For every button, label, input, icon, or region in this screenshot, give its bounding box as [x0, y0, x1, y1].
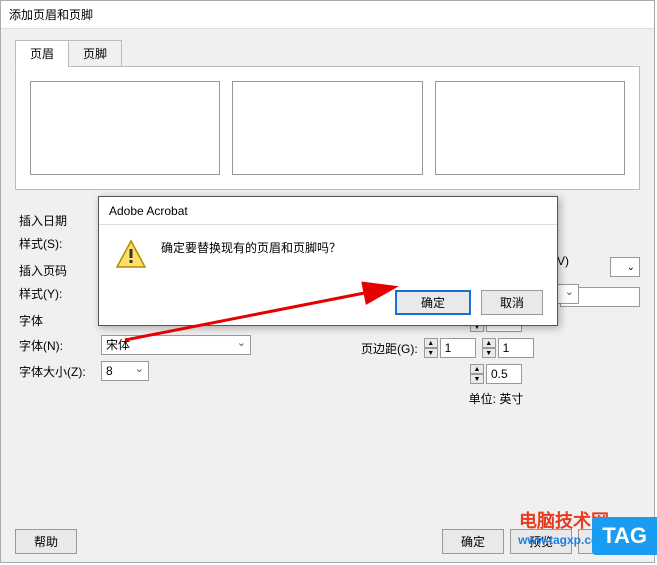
left-margin-spinner[interactable]: ▲▼: [424, 338, 476, 358]
spin-up-icon[interactable]: ▲: [424, 338, 438, 348]
spin-up-icon[interactable]: ▲: [470, 364, 484, 374]
spin-down-icon[interactable]: ▼: [482, 348, 496, 358]
preview-right[interactable]: [435, 81, 625, 175]
font-label: 字体(N):: [15, 337, 95, 354]
confirm-dialog-title: Adobe Acrobat: [99, 197, 557, 225]
confirm-message: 确定要替换现有的页眉和页脚吗？: [161, 239, 341, 256]
tab-header[interactable]: 页眉: [15, 40, 69, 67]
tag-badge: TAG: [592, 517, 657, 555]
preview-center[interactable]: [232, 81, 422, 175]
help-button[interactable]: 帮助: [15, 529, 77, 554]
style-s-label: 样式(S):: [15, 235, 95, 252]
ok-button[interactable]: 确定: [442, 529, 504, 554]
fontsize-label: 字体大小(Z):: [15, 363, 95, 380]
tab-footer[interactable]: 页脚: [68, 40, 122, 67]
left-margin-input[interactable]: [440, 338, 476, 358]
window-title: 添加页眉和页脚: [1, 1, 654, 29]
style-y-label: 样式(Y):: [15, 285, 95, 302]
tab-strip: 页眉 页脚: [15, 40, 640, 67]
fontsize-select[interactable]: 8: [101, 361, 149, 381]
right-margin-spinner[interactable]: ▲▼: [482, 338, 534, 358]
spin-up-icon[interactable]: ▲: [482, 338, 496, 348]
bottom-margin-spinner[interactable]: ▲▼: [470, 364, 522, 384]
font-select[interactable]: 宋体: [101, 335, 251, 355]
confirm-cancel-button[interactable]: 取消: [481, 290, 543, 315]
preview-left[interactable]: [30, 81, 220, 175]
unit-label: 单位: 英寸: [469, 390, 524, 407]
spin-down-icon[interactable]: ▼: [470, 374, 484, 384]
preview-panel: [15, 66, 640, 190]
bottom-margin-input[interactable]: [486, 364, 522, 384]
warning-icon: [115, 239, 147, 271]
margin-label: 页边距(G):: [361, 340, 418, 357]
confirm-dialog: Adobe Acrobat 确定要替换现有的页眉和页脚吗？ 确定 取消: [98, 196, 558, 326]
confirm-ok-button[interactable]: 确定: [395, 290, 471, 315]
spin-down-icon[interactable]: ▼: [424, 348, 438, 358]
right-margin-input[interactable]: [498, 338, 534, 358]
